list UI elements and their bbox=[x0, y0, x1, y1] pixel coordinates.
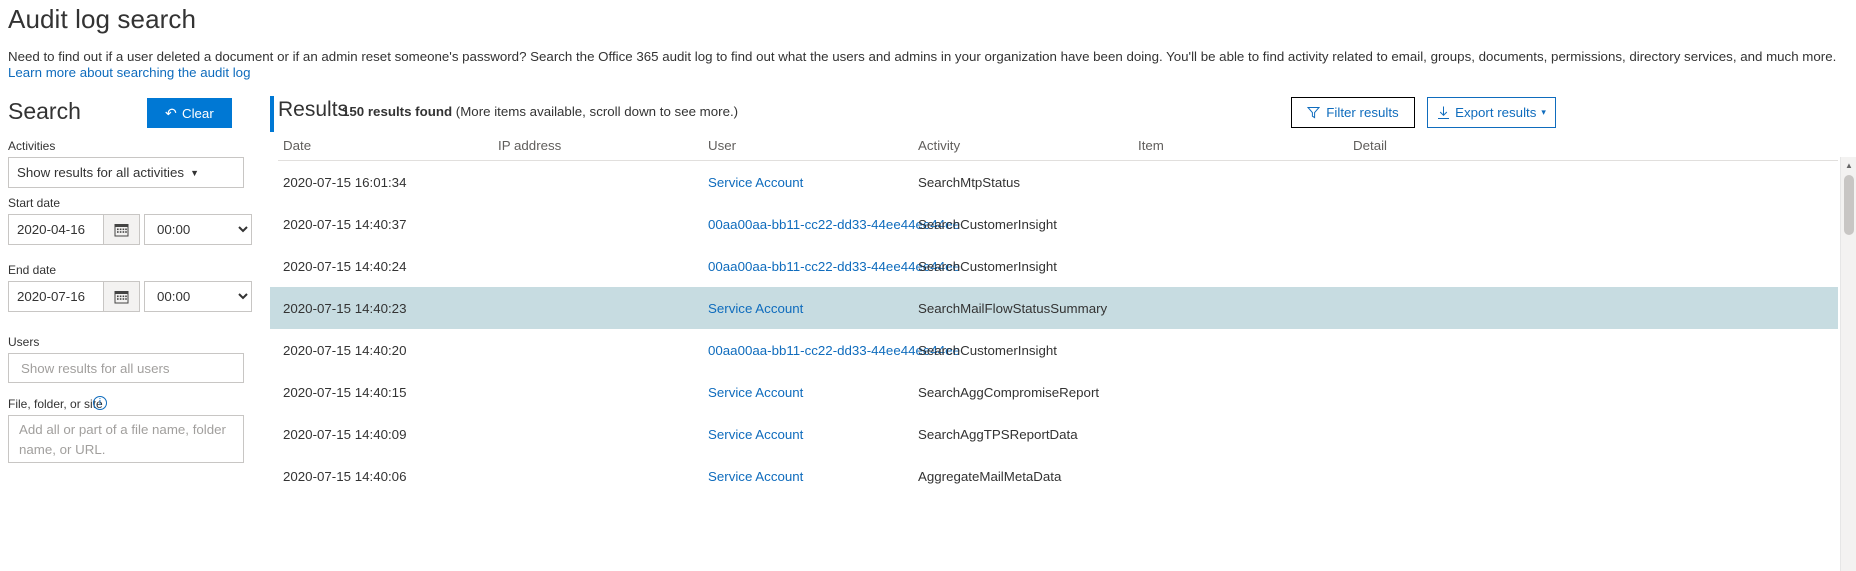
cell-activity: AggregateMailMetaData bbox=[918, 455, 1061, 497]
end-time-select[interactable]: 00:00 bbox=[144, 281, 252, 312]
undo-icon: ↷ bbox=[165, 106, 177, 120]
cell-activity: SearchCustomerInsight bbox=[918, 203, 1057, 245]
cell-user[interactable]: Service Account bbox=[708, 413, 803, 455]
cell-activity: SearchCustomerInsight bbox=[918, 329, 1057, 371]
page-title: Audit log search bbox=[8, 4, 196, 35]
calendar-icon bbox=[114, 289, 129, 304]
cell-user[interactable]: Service Account bbox=[708, 371, 803, 413]
page-description: Need to find out if a user deleted a doc… bbox=[8, 48, 1836, 65]
cell-activity: SearchMailFlowStatusSummary bbox=[918, 287, 1107, 329]
table-row[interactable]: 2020-07-15 14:40:2400aa00aa-bb11-cc22-dd… bbox=[270, 245, 1838, 287]
cell-user[interactable]: Service Account bbox=[708, 287, 803, 329]
cell-date: 2020-07-15 14:40:24 bbox=[283, 245, 406, 287]
cell-activity: SearchMtpStatus bbox=[918, 161, 1020, 203]
filter-results-label: Filter results bbox=[1326, 105, 1398, 120]
results-count: 150 results found (More items available,… bbox=[342, 104, 738, 119]
table-row[interactable]: 2020-07-15 14:40:06 Service Account Aggreg… bbox=[270, 455, 1838, 497]
scrollbar-thumb[interactable] bbox=[1844, 175, 1854, 235]
clear-button-label: Clear bbox=[182, 106, 214, 121]
column-header-user[interactable]: User bbox=[708, 138, 736, 153]
results-table-body: 2020-07-15 16:01:34 Service Account Search… bbox=[270, 161, 1846, 497]
users-label: Users bbox=[8, 335, 39, 349]
users-input[interactable] bbox=[8, 353, 244, 383]
file-folder-site-input[interactable] bbox=[8, 415, 244, 463]
file-folder-site-label: File, folder, or site bbox=[8, 397, 103, 411]
results-count-value: 150 results found bbox=[342, 104, 452, 119]
table-row[interactable]: 2020-07-15 14:40:23 Service Account Search… bbox=[270, 287, 1838, 329]
column-header-date[interactable]: Date bbox=[283, 138, 311, 153]
start-date-input[interactable] bbox=[8, 214, 104, 245]
column-header-ip-address[interactable]: IP address bbox=[498, 138, 561, 153]
cell-activity: SearchAggCompromiseReport bbox=[918, 371, 1099, 413]
results-count-note: (More items available, scroll down to se… bbox=[452, 104, 738, 119]
cell-date: 2020-07-15 14:40:15 bbox=[283, 371, 406, 413]
cell-user[interactable]: Service Account bbox=[708, 161, 803, 203]
cell-activity: SearchAggTPSReportData bbox=[918, 413, 1078, 455]
start-time-select[interactable]: 00:00 bbox=[144, 214, 252, 245]
funnel-icon bbox=[1307, 106, 1320, 119]
scroll-up-arrow-icon[interactable]: ▲ bbox=[1841, 157, 1856, 173]
start-date-label: Start date bbox=[8, 196, 60, 210]
column-header-detail[interactable]: Detail bbox=[1353, 138, 1387, 153]
cell-date: 2020-07-15 14:40:09 bbox=[283, 413, 406, 455]
table-row[interactable]: 2020-07-15 14:40:15 Service Account Search… bbox=[270, 371, 1838, 413]
clear-button[interactable]: ↷ Clear bbox=[147, 98, 232, 128]
results-scrollbar[interactable]: ▲ bbox=[1840, 157, 1856, 571]
info-icon[interactable]: i bbox=[93, 396, 107, 410]
column-header-item[interactable]: Item bbox=[1138, 138, 1164, 153]
table-row[interactable]: 2020-07-15 16:01:34 Service Account Search… bbox=[270, 161, 1838, 203]
learn-more-link[interactable]: Learn more about searching the audit log bbox=[8, 64, 250, 81]
activities-label: Activities bbox=[8, 139, 55, 153]
cell-date: 2020-07-15 14:40:20 bbox=[283, 329, 406, 371]
table-row[interactable]: 2020-07-15 14:40:2000aa00aa-bb11-cc22-dd… bbox=[270, 329, 1838, 371]
table-row[interactable]: 2020-07-15 14:40:3700aa00aa-bb11-cc22-dd… bbox=[270, 203, 1838, 245]
start-date-calendar-button[interactable] bbox=[104, 214, 140, 245]
cell-user[interactable]: Service Account bbox=[708, 455, 803, 497]
activities-dropdown[interactable]: Show results for all activities ▼ bbox=[8, 157, 244, 188]
end-date-calendar-button[interactable] bbox=[104, 281, 140, 312]
download-icon bbox=[1437, 106, 1450, 120]
cell-date: 2020-07-15 14:40:06 bbox=[283, 455, 406, 497]
column-header-activity[interactable]: Activity bbox=[918, 138, 960, 153]
cell-activity: SearchCustomerInsight bbox=[918, 245, 1057, 287]
cell-date: 2020-07-15 14:40:37 bbox=[283, 203, 406, 245]
chevron-down-icon: ▼ bbox=[190, 168, 235, 178]
calendar-icon bbox=[114, 222, 129, 237]
cell-date: 2020-07-15 14:40:23 bbox=[283, 287, 406, 329]
results-accent-bar bbox=[270, 96, 274, 132]
table-row[interactable]: 2020-07-15 14:40:09 Service Account Search… bbox=[270, 413, 1838, 455]
filter-results-button[interactable]: Filter results bbox=[1291, 97, 1415, 128]
activities-value: Show results for all activities bbox=[17, 165, 184, 180]
chevron-down-icon: ▾ bbox=[1541, 107, 1546, 118]
results-heading: Results bbox=[278, 98, 348, 122]
end-date-label: End date bbox=[8, 263, 56, 277]
export-results-button[interactable]: Export results ▾ bbox=[1427, 97, 1556, 128]
export-results-label: Export results bbox=[1455, 105, 1536, 120]
end-date-input[interactable] bbox=[8, 281, 104, 312]
search-heading: Search bbox=[8, 98, 81, 125]
cell-date: 2020-07-15 16:01:34 bbox=[283, 161, 406, 203]
